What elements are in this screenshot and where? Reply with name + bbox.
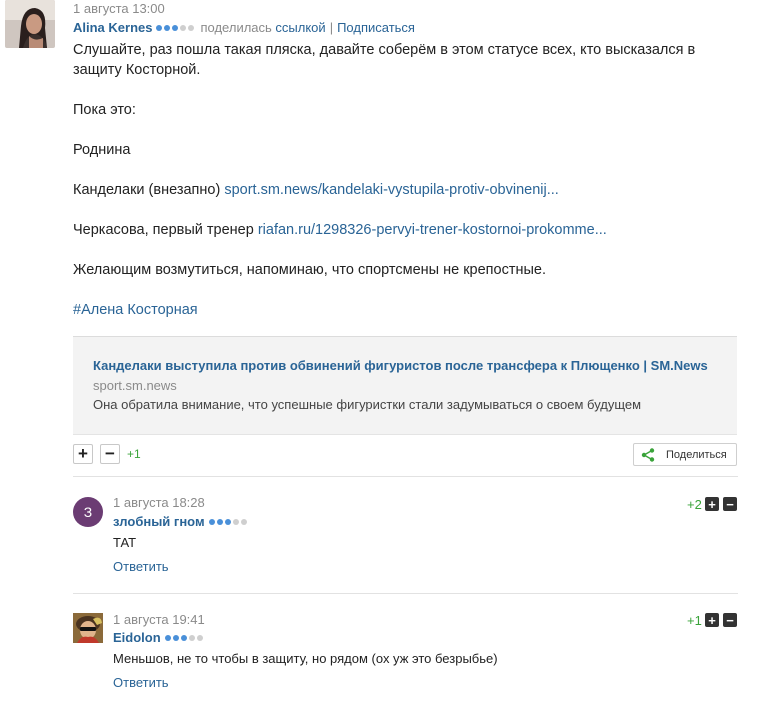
comment-text: Меньшов, не то чтобы в защиту, но рядом … [113, 651, 498, 666]
post-paragraph: #Алена Косторная [73, 300, 198, 320]
post-paragraph: Черкасова, первый тренер riafan.ru/12983… [73, 220, 607, 240]
reply-link[interactable]: Ответить [113, 675, 169, 690]
link-preview-domain: sport.sm.news [93, 378, 177, 393]
comment-avatar[interactable] [73, 613, 103, 643]
author-avatar[interactable] [5, 0, 55, 48]
link-preview-description: Она обратила внимание, что успешные фигу… [93, 397, 642, 412]
comment-downvote-button[interactable]: − [723, 497, 737, 511]
comment-upvote-button[interactable]: + [705, 613, 719, 627]
comment-author-link[interactable]: злобный гном [113, 514, 205, 529]
paragraph-text: Черкасова, первый тренер [73, 222, 258, 238]
shared-link[interactable]: ссылкой [275, 20, 325, 35]
reply-link[interactable]: Ответить [113, 559, 169, 574]
comment-text: ТАТ [113, 535, 137, 550]
author-rating-dots [156, 24, 195, 31]
link-preview-card[interactable]: Канделаки выступила против обвинений фиг… [73, 336, 737, 435]
post-timestamp: 1 августа 13:00 [73, 1, 165, 16]
separator: | [329, 20, 334, 35]
divider [73, 476, 738, 477]
shared-prefix: поделилась [200, 20, 272, 35]
post-score: +1 [127, 447, 141, 461]
riafan-link[interactable]: riafan.ru/1298326-pervyi-trener-kostorno… [258, 222, 607, 238]
comment-timestamp: 1 августа 19:41 [113, 612, 205, 627]
divider [73, 593, 738, 594]
downvote-button[interactable]: − [100, 444, 120, 464]
comment-timestamp: 1 августа 18:28 [113, 495, 205, 510]
paragraph-text: Канделаки (внезапно) [73, 182, 225, 198]
share-label: Поделиться [666, 448, 727, 461]
subscribe-link[interactable]: Подписаться [337, 20, 415, 35]
post-paragraph: Пока это: [73, 102, 136, 118]
comment-author: злобный гном [113, 514, 253, 529]
author-rating-dots [208, 518, 247, 525]
post-paragraph: Роднина [73, 142, 131, 158]
post-paragraph: Желающим возмутиться, напоминаю, что спо… [73, 262, 547, 278]
post-author-line: Alina Kernes поделилась ссылкой | Подпис… [73, 20, 415, 35]
post-paragraph: Слушайте, раз пошла такая пляска, давайт… [73, 42, 696, 78]
comment-downvote-button[interactable]: − [723, 613, 737, 627]
upvote-button[interactable]: + [73, 444, 93, 464]
comment-score: +1 [687, 613, 702, 628]
post-paragraph: Канделаки (внезапно) sport.sm.news/kande… [73, 180, 559, 200]
comment-author: Eidolon [113, 630, 209, 645]
author-rating-dots [164, 634, 203, 641]
comment-score: +2 [687, 497, 702, 512]
post-author-link[interactable]: Alina Kernes [73, 20, 152, 35]
comment-avatar[interactable]: З [73, 497, 103, 527]
comment-upvote-button[interactable]: + [705, 497, 719, 511]
comment-author-link[interactable]: Eidolon [113, 630, 161, 645]
hashtag-link[interactable]: #Алена Косторная [73, 302, 198, 318]
share-icon [640, 447, 656, 463]
sport-sm-news-link[interactable]: sport.sm.news/kandelaki-vystupila-protiv… [224, 182, 558, 198]
share-button[interactable]: Поделиться [633, 443, 737, 466]
link-preview-title[interactable]: Канделаки выступила против обвинений фиг… [93, 358, 708, 373]
